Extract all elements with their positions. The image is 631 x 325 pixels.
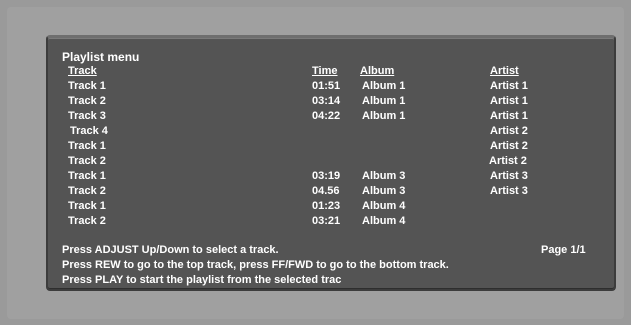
track-album: Album 1 <box>362 95 406 107</box>
track-name: Track 1 <box>68 140 106 152</box>
track-artist: Artist 3 <box>490 170 528 182</box>
track-name: Track 2 <box>68 95 106 107</box>
track-name: Track 1 <box>68 200 106 212</box>
instruction-select: Press ADJUST Up/Down to select a track. <box>62 244 279 256</box>
track-artist: Artist 2 <box>490 140 528 152</box>
track-album: Album 3 <box>362 170 406 182</box>
track-artist: Artist 1 <box>490 95 528 107</box>
page-indicator: Page 1/1 <box>541 244 586 256</box>
column-header-track: Track <box>68 65 97 77</box>
track-artist: Artist 2 <box>489 155 527 167</box>
track-name: Track 1 <box>68 170 106 182</box>
track-album: Album 1 <box>362 80 406 92</box>
track-artist: Artist 1 <box>490 110 528 122</box>
track-time: 03:14 <box>312 95 341 107</box>
track-album: Album 1 <box>362 110 406 122</box>
column-header-artist: Artist <box>490 65 519 77</box>
track-artist: Artist 2 <box>490 125 528 137</box>
instruction-navigate: Press REW to go to the top track, press … <box>62 259 449 271</box>
track-name: Track 2 <box>68 215 106 227</box>
track-artist: Artist 3 <box>490 185 528 197</box>
column-header-album: Album <box>360 65 395 77</box>
track-artist: Artist 1 <box>490 80 528 92</box>
track-name: Track 2 <box>68 185 106 197</box>
track-name: Track 2 <box>68 155 106 167</box>
track-name: Track 1 <box>68 80 106 92</box>
column-header-time: Time <box>312 65 338 77</box>
panel-title: Playlist menu <box>62 50 140 64</box>
track-album: Album 4 <box>362 215 406 227</box>
track-album: Album 3 <box>362 185 406 197</box>
playlist-menu-panel: Playlist menu Track Time Album Artist Tr… <box>46 35 616 291</box>
track-time: 04.56 <box>312 185 340 197</box>
track-album: Album 4 <box>362 200 406 212</box>
track-time: 04:22 <box>312 110 341 122</box>
track-name: Track 3 <box>68 110 106 122</box>
track-time: 03:21 <box>312 215 341 227</box>
track-time: 03:19 <box>312 170 341 182</box>
track-time: 01:23 <box>312 200 341 212</box>
instruction-play: Press PLAY to start the playlist from th… <box>62 274 342 286</box>
track-time: 01:51 <box>312 80 341 92</box>
track-name: Track 4 <box>70 125 108 137</box>
